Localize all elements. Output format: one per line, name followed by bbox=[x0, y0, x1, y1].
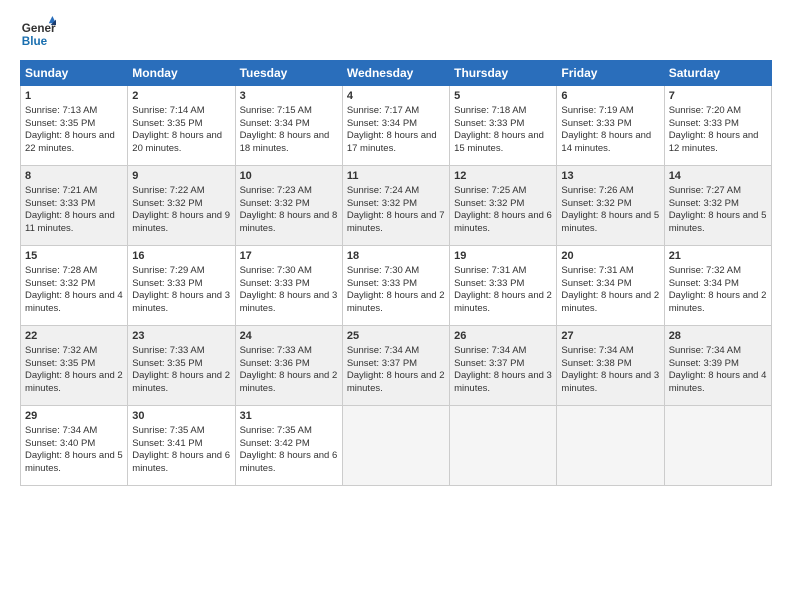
calendar-cell: 28Sunrise: 7:34 AMSunset: 3:39 PMDayligh… bbox=[664, 326, 771, 406]
calendar-cell: 17Sunrise: 7:30 AMSunset: 3:33 PMDayligh… bbox=[235, 246, 342, 326]
day-number: 10 bbox=[240, 169, 338, 184]
day-number: 4 bbox=[347, 89, 445, 104]
day-number: 8 bbox=[25, 169, 123, 184]
calendar-cell: 3Sunrise: 7:15 AMSunset: 3:34 PMDaylight… bbox=[235, 86, 342, 166]
day-number: 27 bbox=[561, 329, 659, 344]
weekday-header-monday: Monday bbox=[128, 61, 235, 86]
day-number: 29 bbox=[25, 409, 123, 424]
logo-icon: General Blue bbox=[20, 16, 56, 52]
calendar-cell bbox=[450, 406, 557, 486]
day-number: 18 bbox=[347, 249, 445, 264]
calendar-cell: 23Sunrise: 7:33 AMSunset: 3:35 PMDayligh… bbox=[128, 326, 235, 406]
day-number: 13 bbox=[561, 169, 659, 184]
calendar-cell bbox=[664, 406, 771, 486]
logo: General Blue bbox=[20, 16, 60, 52]
day-number: 17 bbox=[240, 249, 338, 264]
calendar-week-4: 22Sunrise: 7:32 AMSunset: 3:35 PMDayligh… bbox=[21, 326, 772, 406]
calendar-cell: 31Sunrise: 7:35 AMSunset: 3:42 PMDayligh… bbox=[235, 406, 342, 486]
day-number: 28 bbox=[669, 329, 767, 344]
day-number: 3 bbox=[240, 89, 338, 104]
day-number: 5 bbox=[454, 89, 552, 104]
calendar-cell: 26Sunrise: 7:34 AMSunset: 3:37 PMDayligh… bbox=[450, 326, 557, 406]
calendar-cell: 22Sunrise: 7:32 AMSunset: 3:35 PMDayligh… bbox=[21, 326, 128, 406]
day-number: 30 bbox=[132, 409, 230, 424]
calendar-cell: 13Sunrise: 7:26 AMSunset: 3:32 PMDayligh… bbox=[557, 166, 664, 246]
day-number: 31 bbox=[240, 409, 338, 424]
day-number: 20 bbox=[561, 249, 659, 264]
day-number: 7 bbox=[669, 89, 767, 104]
calendar-cell: 29Sunrise: 7:34 AMSunset: 3:40 PMDayligh… bbox=[21, 406, 128, 486]
day-number: 2 bbox=[132, 89, 230, 104]
calendar-cell: 24Sunrise: 7:33 AMSunset: 3:36 PMDayligh… bbox=[235, 326, 342, 406]
calendar-cell: 14Sunrise: 7:27 AMSunset: 3:32 PMDayligh… bbox=[664, 166, 771, 246]
calendar-cell: 19Sunrise: 7:31 AMSunset: 3:33 PMDayligh… bbox=[450, 246, 557, 326]
day-number: 23 bbox=[132, 329, 230, 344]
calendar-cell: 11Sunrise: 7:24 AMSunset: 3:32 PMDayligh… bbox=[342, 166, 449, 246]
calendar-cell: 16Sunrise: 7:29 AMSunset: 3:33 PMDayligh… bbox=[128, 246, 235, 326]
weekday-header-thursday: Thursday bbox=[450, 61, 557, 86]
calendar-table: SundayMondayTuesdayWednesdayThursdayFrid… bbox=[20, 60, 772, 486]
calendar-cell: 1Sunrise: 7:13 AMSunset: 3:35 PMDaylight… bbox=[21, 86, 128, 166]
weekday-header-friday: Friday bbox=[557, 61, 664, 86]
day-number: 24 bbox=[240, 329, 338, 344]
calendar-cell: 9Sunrise: 7:22 AMSunset: 3:32 PMDaylight… bbox=[128, 166, 235, 246]
day-number: 1 bbox=[25, 89, 123, 104]
calendar-header-row: SundayMondayTuesdayWednesdayThursdayFrid… bbox=[21, 61, 772, 86]
calendar-cell: 7Sunrise: 7:20 AMSunset: 3:33 PMDaylight… bbox=[664, 86, 771, 166]
calendar-cell: 10Sunrise: 7:23 AMSunset: 3:32 PMDayligh… bbox=[235, 166, 342, 246]
day-number: 16 bbox=[132, 249, 230, 264]
calendar-cell: 12Sunrise: 7:25 AMSunset: 3:32 PMDayligh… bbox=[450, 166, 557, 246]
svg-text:General: General bbox=[22, 22, 56, 35]
calendar-week-2: 8Sunrise: 7:21 AMSunset: 3:33 PMDaylight… bbox=[21, 166, 772, 246]
day-number: 6 bbox=[561, 89, 659, 104]
day-number: 25 bbox=[347, 329, 445, 344]
calendar-week-3: 15Sunrise: 7:28 AMSunset: 3:32 PMDayligh… bbox=[21, 246, 772, 326]
calendar-week-5: 29Sunrise: 7:34 AMSunset: 3:40 PMDayligh… bbox=[21, 406, 772, 486]
calendar-cell: 25Sunrise: 7:34 AMSunset: 3:37 PMDayligh… bbox=[342, 326, 449, 406]
calendar-cell: 20Sunrise: 7:31 AMSunset: 3:34 PMDayligh… bbox=[557, 246, 664, 326]
calendar-cell: 8Sunrise: 7:21 AMSunset: 3:33 PMDaylight… bbox=[21, 166, 128, 246]
calendar-cell: 15Sunrise: 7:28 AMSunset: 3:32 PMDayligh… bbox=[21, 246, 128, 326]
calendar-cell: 6Sunrise: 7:19 AMSunset: 3:33 PMDaylight… bbox=[557, 86, 664, 166]
day-number: 19 bbox=[454, 249, 552, 264]
day-number: 26 bbox=[454, 329, 552, 344]
calendar-cell: 4Sunrise: 7:17 AMSunset: 3:34 PMDaylight… bbox=[342, 86, 449, 166]
calendar-cell: 2Sunrise: 7:14 AMSunset: 3:35 PMDaylight… bbox=[128, 86, 235, 166]
weekday-header-saturday: Saturday bbox=[664, 61, 771, 86]
weekday-header-tuesday: Tuesday bbox=[235, 61, 342, 86]
day-number: 11 bbox=[347, 169, 445, 184]
calendar-cell bbox=[342, 406, 449, 486]
calendar-cell: 27Sunrise: 7:34 AMSunset: 3:38 PMDayligh… bbox=[557, 326, 664, 406]
weekday-header-sunday: Sunday bbox=[21, 61, 128, 86]
day-number: 15 bbox=[25, 249, 123, 264]
day-number: 14 bbox=[669, 169, 767, 184]
calendar-cell bbox=[557, 406, 664, 486]
day-number: 12 bbox=[454, 169, 552, 184]
calendar-cell: 5Sunrise: 7:18 AMSunset: 3:33 PMDaylight… bbox=[450, 86, 557, 166]
day-number: 21 bbox=[669, 249, 767, 264]
calendar-cell: 21Sunrise: 7:32 AMSunset: 3:34 PMDayligh… bbox=[664, 246, 771, 326]
calendar-week-1: 1Sunrise: 7:13 AMSunset: 3:35 PMDaylight… bbox=[21, 86, 772, 166]
weekday-header-wednesday: Wednesday bbox=[342, 61, 449, 86]
svg-text:Blue: Blue bbox=[22, 35, 48, 48]
calendar-cell: 30Sunrise: 7:35 AMSunset: 3:41 PMDayligh… bbox=[128, 406, 235, 486]
calendar-cell: 18Sunrise: 7:30 AMSunset: 3:33 PMDayligh… bbox=[342, 246, 449, 326]
day-number: 9 bbox=[132, 169, 230, 184]
day-number: 22 bbox=[25, 329, 123, 344]
page-header: General Blue bbox=[20, 16, 772, 52]
